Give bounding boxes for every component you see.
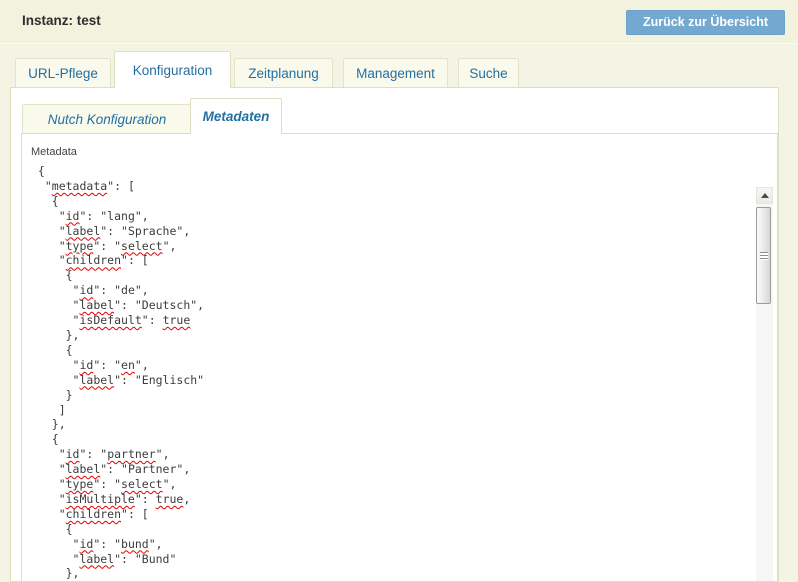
metadata-textarea[interactable]: { "metadata": [ { "id": "lang", "label":… [26, 162, 775, 581]
page: Instanz: test Zurück zur Übersicht URL-P… [0, 0, 798, 582]
page-title: Instanz: test [22, 13, 101, 28]
tab-label: Zeitplanung [248, 66, 319, 81]
subtab-nutch-konfiguration[interactable]: Nutch Konfiguration [22, 104, 192, 133]
subtab-label: Metadaten [203, 109, 270, 124]
scroll-up-button[interactable] [756, 187, 773, 204]
tab-konfiguration[interactable]: Konfiguration [114, 51, 231, 88]
scrollbar-grip-icon [760, 252, 768, 260]
tab-management[interactable]: Management [343, 58, 448, 87]
metadata-content: { "metadata": [ { "id": "lang", "label":… [31, 164, 755, 581]
header-bar: Instanz: test Zurück zur Übersicht [0, 0, 798, 44]
tab-label: Konfiguration [133, 63, 213, 78]
scrollbar-thumb[interactable] [756, 207, 771, 304]
tab-label: URL-Pflege [28, 66, 98, 81]
back-to-overview-button[interactable]: Zurück zur Übersicht [626, 10, 785, 35]
metadata-field-label: Metadata [31, 146, 77, 158]
tab-label: Management [356, 66, 435, 81]
tab-label: Suche [469, 66, 507, 81]
tab-suche[interactable]: Suche [458, 58, 519, 87]
tab-zeitplanung[interactable]: Zeitplanung [234, 58, 333, 87]
subtab-metadaten[interactable]: Metadaten [190, 98, 282, 134]
tab-url-pflege[interactable]: URL-Pflege [15, 58, 111, 87]
scrollbar-track[interactable] [756, 187, 773, 581]
metadaten-panel: Metadata { "metadata": [ { "id": "lang",… [21, 133, 778, 582]
subtab-label: Nutch Konfiguration [48, 112, 167, 127]
scroll-up-arrow-icon [761, 193, 769, 198]
